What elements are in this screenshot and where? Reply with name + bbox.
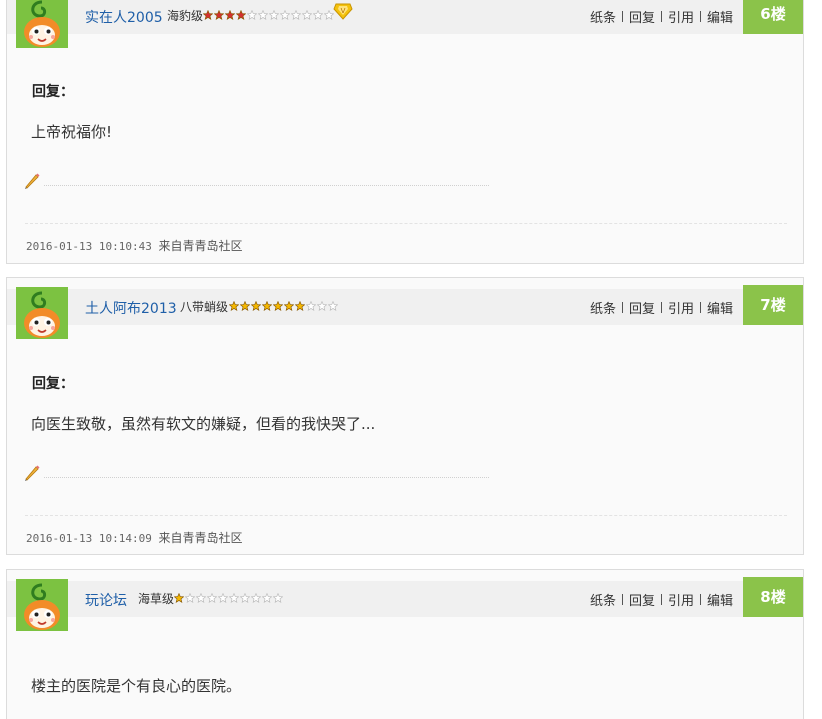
star-filled-icon bbox=[284, 301, 294, 311]
action-reply-link[interactable]: 回复 bbox=[629, 7, 655, 26]
action-quote-link[interactable]: 引用 bbox=[668, 298, 694, 317]
user-level: 八带蛸级 bbox=[180, 300, 229, 314]
post-floor-6: 实在人2005 海豹级 V 纸条 回复 引用 编辑 6楼 回复： 上帝祝福你! 201… bbox=[6, 0, 804, 264]
post-source[interactable]: 来自青青岛社区 bbox=[158, 239, 242, 253]
post-content: 向医生致敬，虽然有软文的嫌疑，但看的我快哭了... bbox=[31, 415, 376, 433]
post-actions: 纸条 回复 引用 编辑 bbox=[590, 590, 733, 609]
star-empty-icon bbox=[251, 593, 261, 603]
user-avatar[interactable] bbox=[16, 0, 68, 48]
star-empty-icon bbox=[196, 593, 206, 603]
user-avatar[interactable] bbox=[16, 287, 68, 339]
reply-label: 回复： bbox=[32, 376, 74, 392]
post-header: 玩论坛 海草级 纸条 回复 引用 编辑 8楼 bbox=[7, 577, 803, 631]
username-link[interactable]: 玩论坛 bbox=[85, 590, 127, 610]
star-filled-icon bbox=[225, 10, 235, 20]
star-empty-icon bbox=[207, 593, 217, 603]
action-edit-link[interactable]: 编辑 bbox=[707, 298, 733, 317]
action-quote-link[interactable]: 引用 bbox=[668, 7, 694, 26]
star-filled-icon bbox=[251, 301, 261, 311]
star-empty-icon bbox=[258, 10, 268, 20]
action-separator bbox=[621, 594, 623, 605]
action-separator bbox=[660, 594, 662, 605]
svg-text:V: V bbox=[341, 7, 346, 15]
star-empty-icon bbox=[302, 10, 312, 20]
post-floor-8: 玩论坛 海草级 纸条 回复 引用 编辑 8楼 楼主的医院是个有良心的医院。 bbox=[6, 569, 804, 719]
star-empty-icon bbox=[247, 10, 257, 20]
post-actions: 纸条 回复 引用 编辑 bbox=[590, 298, 733, 317]
vip-diamond-icon: V bbox=[333, 3, 353, 24]
star-filled-icon bbox=[203, 10, 213, 20]
rank-stars bbox=[174, 593, 283, 603]
star-filled-icon bbox=[229, 301, 239, 311]
user-avatar[interactable] bbox=[16, 579, 68, 631]
action-quote-link[interactable]: 引用 bbox=[668, 590, 694, 609]
star-empty-icon bbox=[328, 301, 338, 311]
star-empty-icon bbox=[269, 10, 279, 20]
rank-stars bbox=[203, 10, 334, 20]
star-filled-icon bbox=[262, 301, 272, 311]
floor-badge: 7楼 bbox=[743, 285, 803, 325]
rank-stars bbox=[229, 301, 338, 311]
action-separator bbox=[699, 11, 701, 22]
action-note-link[interactable]: 纸条 bbox=[590, 590, 616, 609]
pencil-icon bbox=[23, 172, 41, 194]
action-separator bbox=[660, 302, 662, 313]
user-level: 海草级 bbox=[138, 592, 175, 606]
action-separator bbox=[621, 302, 623, 313]
post-footer-divider bbox=[25, 515, 787, 516]
post-timestamp: 2016-01-13 10:14:09 bbox=[26, 532, 152, 545]
star-filled-icon bbox=[214, 10, 224, 20]
post-header: 实在人2005 海豹级 V 纸条 回复 引用 编辑 6楼 bbox=[7, 0, 803, 48]
star-empty-icon bbox=[291, 10, 301, 20]
pencil-icon bbox=[23, 464, 41, 486]
star-empty-icon bbox=[313, 10, 323, 20]
username-link[interactable]: 实在人2005 bbox=[85, 7, 163, 27]
post-content: 上帝祝福你! bbox=[31, 123, 113, 141]
action-separator bbox=[621, 11, 623, 22]
post-floor-7: 土人阿布2013 八带蛸级 纸条 回复 引用 编辑 7楼 回复： 向医生致敬，虽然有软… bbox=[6, 277, 804, 555]
star-empty-icon bbox=[185, 593, 195, 603]
action-note-link[interactable]: 纸条 bbox=[590, 7, 616, 26]
action-reply-link[interactable]: 回复 bbox=[629, 590, 655, 609]
star-empty-icon bbox=[273, 593, 283, 603]
star-empty-icon bbox=[229, 593, 239, 603]
user-level: 海豹级 bbox=[167, 9, 204, 23]
floor-badge: 8楼 bbox=[743, 577, 803, 617]
star-filled-icon bbox=[273, 301, 283, 311]
action-note-link[interactable]: 纸条 bbox=[590, 298, 616, 317]
post-timestamp: 2016-01-13 10:10:43 bbox=[26, 240, 152, 253]
star-filled-icon bbox=[295, 301, 305, 311]
action-separator bbox=[699, 594, 701, 605]
post-header: 土人阿布2013 八带蛸级 纸条 回复 引用 编辑 7楼 bbox=[7, 285, 803, 339]
star-empty-icon bbox=[218, 593, 228, 603]
star-filled-icon bbox=[236, 10, 246, 20]
post-meta: 2016-01-13 10:10:43 来自青青岛社区 bbox=[26, 237, 242, 254]
reply-label: 回复： bbox=[32, 84, 74, 100]
post-actions: 纸条 回复 引用 编辑 bbox=[590, 7, 733, 26]
action-edit-link[interactable]: 编辑 bbox=[707, 7, 733, 26]
star-empty-icon bbox=[280, 10, 290, 20]
post-source[interactable]: 来自青青岛社区 bbox=[158, 531, 242, 545]
action-reply-link[interactable]: 回复 bbox=[629, 298, 655, 317]
star-empty-icon bbox=[262, 593, 272, 603]
star-filled-icon bbox=[240, 301, 250, 311]
post-footer-divider bbox=[25, 223, 787, 224]
action-separator bbox=[699, 302, 701, 313]
post-meta: 2016-01-13 10:14:09 来自青青岛社区 bbox=[26, 529, 242, 546]
star-empty-icon bbox=[240, 593, 250, 603]
signature-divider bbox=[44, 477, 489, 478]
floor-badge: 6楼 bbox=[743, 0, 803, 34]
star-filled-icon bbox=[174, 593, 184, 603]
action-edit-link[interactable]: 编辑 bbox=[707, 590, 733, 609]
post-content: 楼主的医院是个有良心的医院。 bbox=[31, 677, 242, 695]
signature-divider bbox=[44, 185, 489, 186]
username-link[interactable]: 土人阿布2013 bbox=[85, 298, 177, 318]
star-empty-icon bbox=[306, 301, 316, 311]
action-separator bbox=[660, 11, 662, 22]
star-empty-icon bbox=[317, 301, 327, 311]
